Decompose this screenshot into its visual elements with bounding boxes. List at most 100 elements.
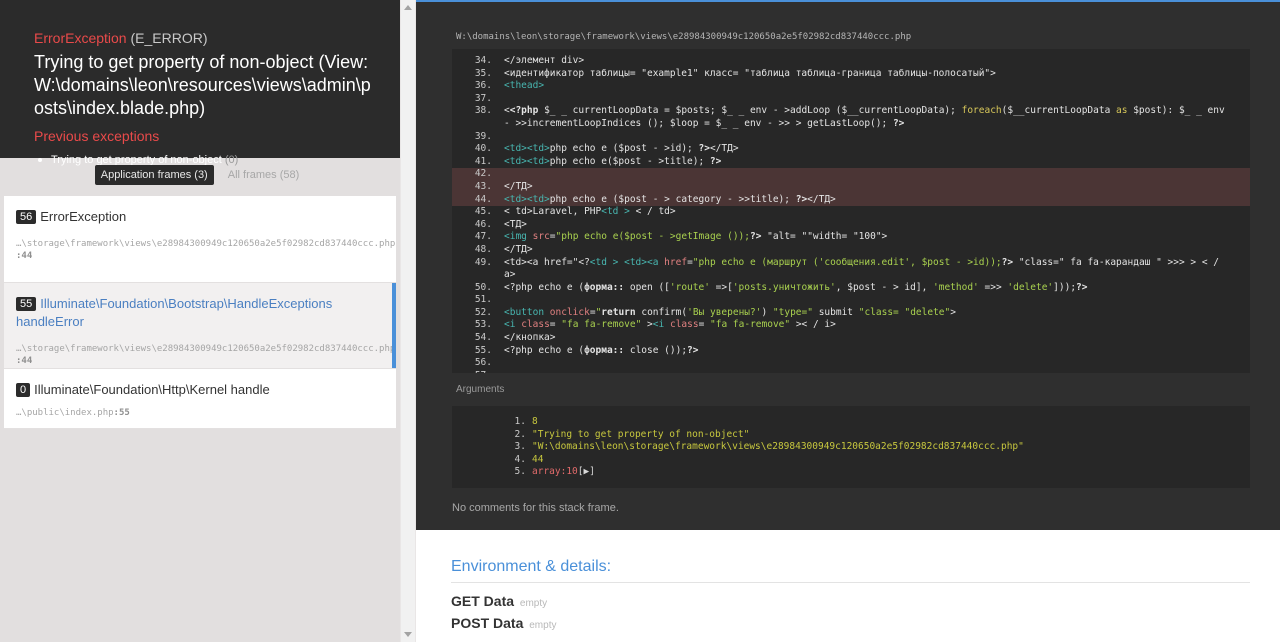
frame-class: ErrorException <box>40 209 127 224</box>
exception-class: ErrorException <box>34 30 127 46</box>
code-line: 56. <box>452 357 1250 370</box>
scroll-up-icon[interactable] <box>404 5 412 10</box>
line-code: </TД> <box>504 243 533 255</box>
frame-file: …\storage\framework\views\e28984300949c1… <box>16 344 396 354</box>
scroll-down-icon[interactable] <box>404 632 412 637</box>
scrollbar[interactable] <box>401 0 415 642</box>
argument-number: 4. <box>514 453 526 465</box>
frame-item-active[interactable]: 55 Illuminate\Foundation\Bootstrap\Handle… <box>4 283 396 369</box>
exception-header: ErrorException (E_ERROR) Trying to get p… <box>0 0 400 166</box>
argument-value: 44 <box>532 453 544 465</box>
line-code: <td><td>php echo e ($post - > category -… <box>504 193 836 205</box>
code-line: 51. <box>452 294 1250 307</box>
line-code: <td><td>php echo e ($post - >id); ?></TД… <box>504 143 739 155</box>
line-number: 38. <box>474 105 492 117</box>
code-line: 49. <td><a href="<?<td > <td><a href="php… <box>452 257 1250 270</box>
code-line: 37. <box>452 93 1250 106</box>
line-code: - >>incrementLoopIndices (); $loop = $_ … <box>504 117 905 129</box>
code-line: 36. <thead> <box>452 80 1250 93</box>
line-number: 55. <box>474 344 492 356</box>
line-code: <td><a href="<?<td > <td><a href="php ec… <box>504 256 1220 268</box>
code-line: 34. </элемент div> <box>452 55 1250 68</box>
frame-class: Illuminate\Foundation\Http\Kernel handle <box>34 382 270 397</box>
code-line: 55. <?php echo e (форма:: close ());?> <box>452 345 1250 358</box>
line-number: 56. <box>474 357 492 369</box>
line-code: <?php echo e (форма:: open (['route' =>[… <box>504 281 1088 293</box>
line-number: 57. <box>452 370 504 373</box>
line-number: 49. <box>474 256 492 268</box>
code-line: 54. </кнопка> <box>452 332 1250 345</box>
line-number: 39. <box>474 130 492 142</box>
no-comments-text: No comments for this stack frame. <box>452 502 619 514</box>
line-code: <i class= "fa fa-remove" ><i class= "fa … <box>504 319 836 331</box>
frame-path: …\storage\framework\views\e28984300949c1… <box>16 343 395 367</box>
argument-item: 5. array:10 [▶] <box>452 466 1250 479</box>
line-number: 50. <box>474 281 492 293</box>
code-line: 43. </TД> <box>452 180 1250 194</box>
get-data-row: GET Data empty <box>451 593 1250 609</box>
code-line: 42. <box>452 168 1250 181</box>
argument-item: 4. 44 <box>452 454 1250 467</box>
exception-type: ErrorException (E_ERROR) <box>34 30 372 47</box>
line-number: 34. <box>474 55 492 66</box>
line-number: 35. <box>474 67 492 79</box>
line-number: 41. <box>474 155 492 167</box>
frame-file: …\storage\framework\views\e28984300949c1… <box>16 239 396 249</box>
line-number: 53. <box>474 319 492 331</box>
frame-item[interactable]: 0 Illuminate\Foundation\Http\Kernel handl… <box>4 369 396 429</box>
expand-array-toggle[interactable]: [▶] <box>578 466 595 479</box>
arguments-block: 1. 8 2. "Trying to get property of non-obje… <box>452 406 1250 488</box>
frame-number: 0 <box>16 383 31 397</box>
line-code: <td><td>php echo e($post - >title); ?> <box>504 155 722 167</box>
line-code: a> <box>504 269 516 281</box>
post-data-label: POST Data <box>451 615 524 631</box>
application-frames-button[interactable]: Application frames (3) <box>94 165 214 185</box>
arguments-label: Arguments <box>456 384 505 395</box>
argument-value: "W:\domains\leon\storage\framework\views… <box>532 441 1024 453</box>
line-number: 48. <box>474 243 492 255</box>
frame-item[interactable]: 56 ErrorException …\storage\framework\vie… <box>4 196 396 283</box>
frame-line: :44 <box>16 251 33 261</box>
argument-number: 2. <box>514 428 526 440</box>
line-number: 45. <box>474 206 492 218</box>
line-code: <thead> <box>504 80 545 92</box>
frame-file: …\public\index.php <box>16 408 114 418</box>
environment-title: Environment & details: <box>451 558 1250 583</box>
get-data-label: GET Data <box>451 593 515 609</box>
frame-number: 55 <box>16 297 37 311</box>
all-frames-button[interactable]: All frames (58) <box>222 165 306 185</box>
argument-number: 5. <box>514 466 526 478</box>
argument-value: 8 <box>532 416 538 427</box>
code-line: 50. <?php echo e (форма:: open (['route' … <box>452 282 1250 295</box>
line-code: <идентификатор таблицы= "example1" класс… <box>504 67 996 79</box>
left-panel: ErrorException (E_ERROR) Trying to get p… <box>0 0 400 642</box>
line-number: 42. <box>474 168 492 180</box>
code-line: 44. <td><td>php echo e ($post - > categor… <box>452 193 1250 207</box>
code-line: a> <box>452 269 1250 282</box>
argument-number: 1. <box>514 416 526 427</box>
code-line: 47. <img src="php echo e($post - >getImag… <box>452 231 1250 244</box>
right-panel: W:\domains\leon\storage\framework\views\… <box>416 0 1280 642</box>
code-line: 35. <идентификатор таблицы= "example1" кл… <box>452 68 1250 81</box>
code-line: 46. <TД> <box>452 219 1250 232</box>
file-path[interactable]: W:\domains\leon\storage\framework\views\… <box>456 32 911 42</box>
line-code: </TД> <box>504 180 533 192</box>
code-line: 52. <button onclick="return confirm('Вы у… <box>452 307 1250 320</box>
frame-line: :55 <box>113 408 130 418</box>
argument-number: 3. <box>514 441 526 453</box>
line-number: 47. <box>474 231 492 243</box>
frame-class: Illuminate\Foundation\Bootstrap\HandleEx… <box>16 296 333 329</box>
line-number: 54. <box>474 332 492 344</box>
line-code: <TД> <box>504 218 527 230</box>
exception-code: (E_ERROR) <box>130 30 208 46</box>
bullet-icon <box>38 158 42 163</box>
code-line: - >>incrementLoopIndices (); $loop = $_ … <box>452 118 1250 131</box>
frame-path: …\storage\framework\views\e28984300949c1… <box>16 238 395 262</box>
code-line: 41. <td><td>php echo e($post - >title); ?… <box>452 156 1250 169</box>
line-number: 40. <box>474 143 492 155</box>
frame-number: 56 <box>16 210 37 224</box>
previous-exceptions-title: Previous exceptions <box>34 128 160 144</box>
